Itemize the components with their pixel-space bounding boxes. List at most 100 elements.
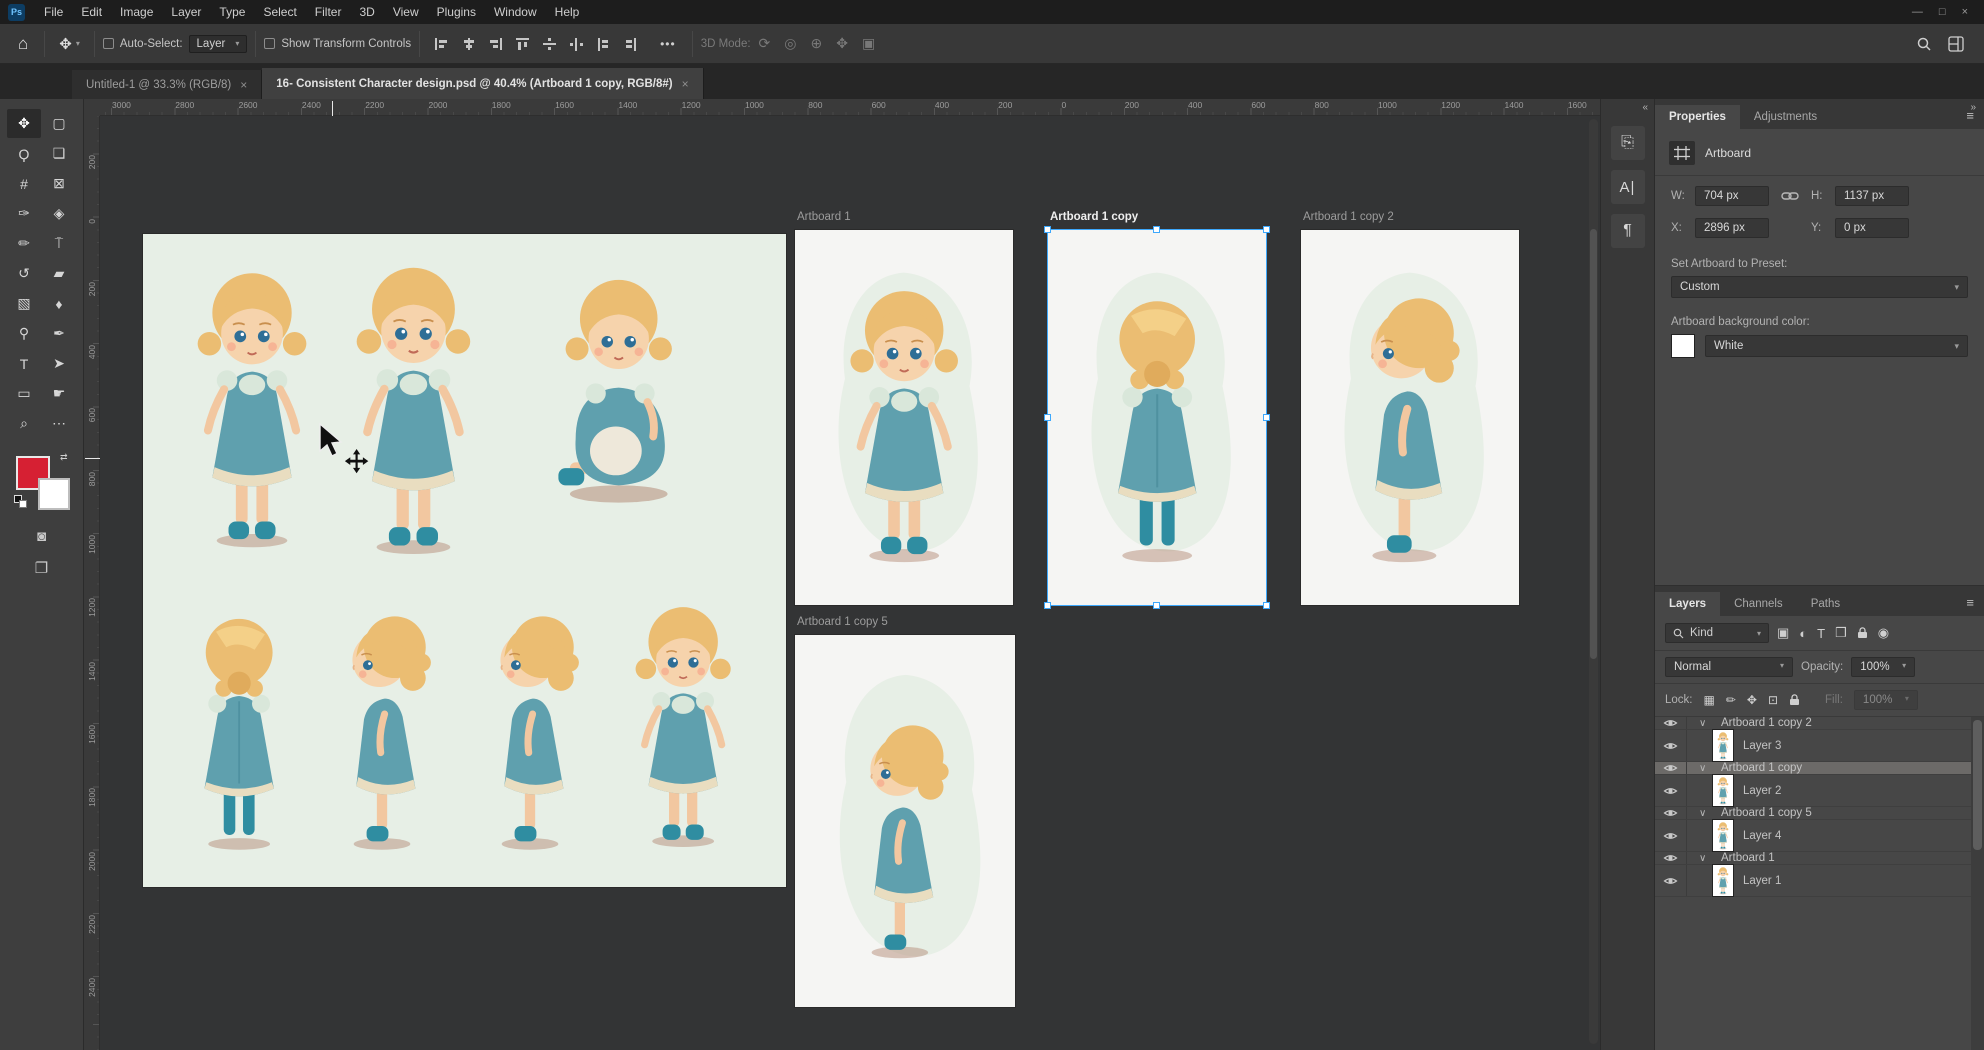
healing-brush-tool[interactable]: ◈	[42, 199, 76, 228]
3d-drag-icon[interactable]: ⊕	[811, 35, 823, 52]
tab-close-icon[interactable]: ×	[240, 78, 247, 92]
lock-artboard-icon[interactable]: ⊡	[1768, 693, 1778, 707]
blend-mode-dropdown[interactable]: Normal▾	[1665, 657, 1793, 677]
swap-colors-icon[interactable]: ⇄	[60, 452, 68, 463]
align-horizontal-centers-icon[interactable]	[461, 37, 476, 51]
align-left-edges-icon[interactable]	[434, 37, 449, 51]
pen-tool[interactable]: ✒	[42, 319, 76, 348]
panel-tab[interactable]: Channels	[1720, 592, 1797, 616]
gradient-tool[interactable]: ▧	[7, 289, 41, 318]
panel-tab[interactable]: Layers	[1655, 592, 1720, 616]
edit-toolbar[interactable]: ⋯	[42, 409, 76, 438]
layers-scrollbar[interactable]	[1971, 717, 1984, 1050]
background-color-swatch[interactable]	[38, 478, 70, 510]
filter-smart-objects-icon[interactable]	[1857, 627, 1868, 639]
panel-tab[interactable]: Adjustments	[1740, 105, 1831, 129]
visibility-toggle[interactable]	[1655, 865, 1687, 896]
filter-shape-layers-icon[interactable]: ❒	[1835, 625, 1847, 641]
layer-row[interactable]: ∨ Artboard 1 copy 5	[1655, 807, 1984, 820]
minimize-button[interactable]: —	[1912, 6, 1923, 18]
lock-position-icon[interactable]: ✥	[1747, 693, 1757, 707]
height-field[interactable]: 1137 px	[1835, 186, 1909, 206]
vertical-ruler[interactable]: 4002000200400600800100012001400160018002…	[84, 116, 100, 1050]
artboard[interactable]: Artboard 1	[795, 230, 1013, 605]
x-field[interactable]: 2896 px	[1695, 218, 1769, 238]
layer-name[interactable]: Layer 4	[1743, 830, 1781, 842]
zoom-tool[interactable]: ⌕	[7, 409, 41, 438]
menu-item[interactable]: File	[35, 3, 72, 21]
visibility-toggle[interactable]	[1655, 852, 1687, 864]
layer-row[interactable]: ∨ Artboard 1 copy 2	[1655, 717, 1984, 730]
object-selection-tool[interactable]: ❏	[42, 139, 76, 168]
3d-roll-icon[interactable]: ◎	[784, 35, 796, 52]
canvas-area[interactable]: 3000280026002400220020001800160014001200…	[84, 99, 1600, 1050]
transform-handle[interactable]	[1263, 602, 1270, 609]
align-top-edges-icon[interactable]	[515, 37, 530, 51]
filter-pixel-layers-icon[interactable]: ▣	[1777, 625, 1789, 641]
tab-close-icon[interactable]: ×	[682, 77, 689, 91]
layer-name[interactable]: Artboard 1 copy 5	[1721, 807, 1812, 819]
link-dimensions-icon[interactable]	[1777, 190, 1803, 202]
layer-name[interactable]: Artboard 1 copy	[1721, 762, 1802, 774]
layer-row[interactable]: Layer 1	[1655, 865, 1984, 897]
clone-stamp-tool[interactable]: ⍑	[42, 229, 76, 258]
layer-name[interactable]: Artboard 1 copy 2	[1721, 717, 1812, 729]
artboard-label[interactable]: Artboard 1 copy 5	[797, 616, 888, 628]
layer-row[interactable]: Layer 4	[1655, 820, 1984, 852]
visibility-toggle[interactable]	[1655, 775, 1687, 806]
menu-item[interactable]: 3D	[350, 3, 383, 21]
distribute-left-edges-icon[interactable]	[596, 37, 611, 51]
layer-name[interactable]: Layer 1	[1743, 875, 1781, 887]
transform-handle[interactable]	[1263, 226, 1270, 233]
fill-dropdown[interactable]: 100%▾	[1854, 690, 1918, 710]
lock-pixels-icon[interactable]: ✏	[1726, 693, 1736, 707]
quick-mask-icon[interactable]: ◙	[37, 528, 46, 545]
panel-tab[interactable]: Paths	[1797, 592, 1854, 616]
layer-name[interactable]: Layer 2	[1743, 785, 1781, 797]
frame-tool[interactable]: ⊠	[42, 169, 76, 198]
blur-tool[interactable]: ♦	[42, 289, 76, 318]
libraries-panel-icon[interactable]: ⎘	[1611, 126, 1645, 160]
chevron-down-icon[interactable]: ∨	[1699, 718, 1711, 729]
layer-name[interactable]: Layer 3	[1743, 740, 1781, 752]
layer-thumbnail[interactable]	[1713, 775, 1733, 806]
artboard-label[interactable]: Artboard 1	[797, 211, 851, 223]
distribute-vertical-centers-icon[interactable]	[542, 37, 557, 51]
more-align-options-icon[interactable]: •••	[652, 37, 684, 51]
transform-handle[interactable]	[1044, 226, 1051, 233]
auto-select-checkbox[interactable]	[103, 38, 114, 49]
transform-handle[interactable]	[1153, 226, 1160, 233]
artboard[interactable]: Artboard 1 copy 2	[1301, 230, 1519, 605]
filter-kind-dropdown[interactable]: Kind▾	[1665, 623, 1769, 643]
menu-item[interactable]: Edit	[72, 3, 111, 21]
maximize-button[interactable]: □	[1939, 6, 1946, 18]
paragraph-panel-icon[interactable]: ¶	[1611, 214, 1645, 248]
crop-tool[interactable]: #	[7, 169, 41, 198]
document-tab[interactable]: 16- Consistent Character design.psd @ 40…	[262, 68, 703, 99]
current-tool-icon[interactable]: ✥▾	[53, 35, 86, 53]
eyedropper-tool[interactable]: ✑	[7, 199, 41, 228]
path-selection-tool[interactable]: ➤	[42, 349, 76, 378]
expand-panels-icon[interactable]: »	[1970, 102, 1976, 113]
show-transform-controls-checkbox[interactable]	[264, 38, 275, 49]
move-tool[interactable]: ✥	[7, 109, 41, 138]
transform-handle[interactable]	[1263, 414, 1270, 421]
menu-item[interactable]: Window	[485, 3, 546, 21]
layer-thumbnail[interactable]	[1713, 820, 1733, 851]
menu-item[interactable]: Help	[546, 3, 589, 21]
rectangle-tool[interactable]: ▭	[7, 379, 41, 408]
horizontal-ruler[interactable]: 3000280026002400220020001800160014001200…	[100, 99, 1600, 116]
menu-item[interactable]: Image	[111, 3, 162, 21]
layer-thumbnail[interactable]	[1713, 865, 1733, 896]
canvas-scrollbar[interactable]	[1589, 119, 1598, 1044]
visibility-toggle[interactable]	[1655, 820, 1687, 851]
preset-dropdown[interactable]: Custom▾	[1671, 276, 1968, 298]
filter-toggle-icon[interactable]: ◉	[1878, 625, 1889, 641]
artboard[interactable]: Artboard 1 copy	[1048, 230, 1266, 605]
character-panel-icon[interactable]: A|	[1611, 170, 1645, 204]
default-colors-icon[interactable]	[14, 495, 27, 508]
visibility-toggle[interactable]	[1655, 717, 1687, 729]
history-brush-tool[interactable]: ↺	[7, 259, 41, 288]
visibility-toggle[interactable]	[1655, 730, 1687, 761]
dodge-tool[interactable]: ⚲	[7, 319, 41, 348]
